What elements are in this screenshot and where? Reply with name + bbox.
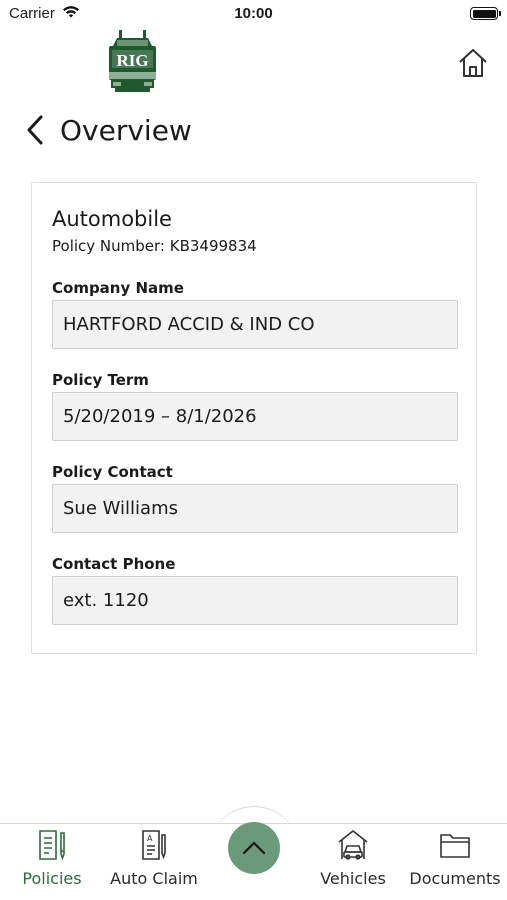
tab-label: Vehicles	[320, 869, 386, 888]
chevron-left-icon	[27, 115, 43, 145]
company-name-field: HARTFORD ACCID & IND CO	[52, 300, 458, 349]
svg-text:A: A	[147, 834, 153, 843]
rig-truck-logo: RIG	[109, 30, 156, 92]
page-title: Overview	[60, 113, 192, 147]
tab-vehicles[interactable]: Vehicles	[303, 828, 403, 896]
car-garage-icon	[338, 830, 368, 860]
tab-auto-claim[interactable]: A Auto Claim	[104, 828, 204, 896]
tab-label: Policies	[22, 869, 82, 888]
contact-phone-field: ext. 1120	[52, 576, 458, 625]
policy-card: Automobile Policy Number: KB3499834 Comp…	[31, 182, 477, 654]
policy-term-label: Policy Term	[52, 371, 149, 389]
status-time: 10:00	[234, 5, 273, 22]
contact-phone-label: Contact Phone	[52, 555, 176, 573]
policy-contact-label: Policy Contact	[52, 463, 173, 481]
claim-form-icon: A	[142, 830, 166, 860]
back-button[interactable]: Overview	[24, 110, 192, 150]
policy-number: Policy Number: KB3499834	[52, 237, 257, 255]
folder-icon	[440, 834, 470, 858]
tab-label: Documents	[409, 869, 501, 888]
company-name-label: Company Name	[52, 279, 184, 297]
tab-documents[interactable]: Documents	[405, 828, 505, 896]
policy-document-icon	[39, 830, 65, 861]
home-icon[interactable]	[456, 46, 490, 80]
policy-contact-field: Sue Williams	[52, 484, 458, 533]
expand-menu-button[interactable]	[228, 822, 280, 874]
battery-icon	[470, 7, 501, 20]
tab-policies[interactable]: Policies	[2, 828, 102, 896]
logo-text: RIG	[116, 51, 148, 70]
chevron-up-icon	[242, 841, 266, 855]
status-bar: Carrier 10:00	[0, 0, 507, 28]
policy-type: Automobile	[52, 207, 172, 231]
policy-term-field: 5/20/2019 – 8/1/2026	[52, 392, 458, 441]
tab-label: Auto Claim	[110, 869, 198, 888]
